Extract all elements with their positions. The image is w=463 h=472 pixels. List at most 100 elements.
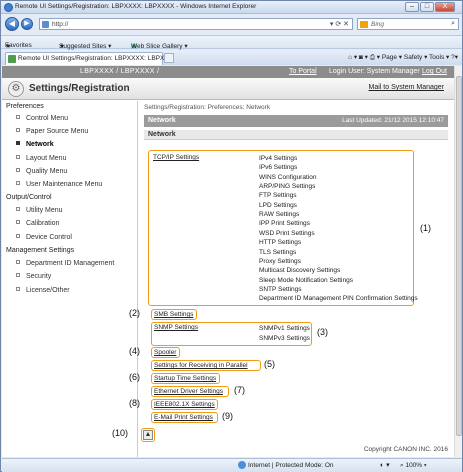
callout-3: (3) (317, 327, 328, 337)
sidebar-item-device-control[interactable]: Device Control (16, 234, 72, 241)
title-bar: Remote UI Settings/Registration: LBPXXXX… (1, 1, 462, 14)
vertical-scrollbar[interactable] (454, 66, 462, 457)
snmpv3-settings-link[interactable]: SNMPv3 Settings (259, 335, 310, 342)
tcpip-subitem-raw-settings[interactable]: RAW Settings (259, 211, 299, 218)
snmpv1-settings-link[interactable]: SNMPv1 Settings (259, 325, 310, 332)
favorites-bar: ★ Favorites ★ Suggested Sites ▾ ▣ Web Sl… (1, 35, 462, 50)
sidebar-item-network[interactable]: Network (16, 141, 54, 148)
internet-zone-icon (238, 461, 246, 469)
command-bar[interactable]: ⌂ ▾ ◙ ▾ ⎙ ▾ Page ▾ Safety ▾ Tools ▾ ?▾ (348, 53, 458, 62)
refresh-icon[interactable]: ▾ ⟳ ✕ (330, 20, 349, 28)
status-bar: Internet | Protected Mode: On ◐ ▾ ⌕ 100%… (2, 458, 462, 472)
tcpip-subitem-tls-settings[interactable]: TLS Settings (259, 249, 296, 256)
sidebar-item-calibration[interactable]: Calibration (16, 220, 59, 227)
window-title: Remote UI Settings/Registration: LBPXXXX… (15, 3, 257, 10)
ie-icon (4, 3, 13, 12)
tab-bar: Remote UI Settings/Registration: LBPXXXX… (1, 50, 462, 65)
callout-10: (10) (112, 428, 129, 438)
browser-window: Remote UI Settings/Registration: LBPXXXX… (0, 0, 463, 472)
tcpip-subitem-ipp-print-settings[interactable]: IPP Print Settings (259, 220, 310, 227)
email-print-settings-link[interactable]: E-Mail Print Settings (154, 414, 213, 421)
home-icon[interactable]: ⌂ ▾ (348, 54, 357, 61)
zoom-level[interactable]: ⌕ 100% ▾ (400, 462, 427, 470)
forward-button[interactable]: ▶ (21, 18, 33, 30)
print-icon[interactable]: ⎙ ▾ (370, 54, 380, 61)
callout-6: (6) (129, 372, 140, 382)
callout-4: (4) (129, 346, 140, 356)
login-user: Login User: System Manager (329, 68, 420, 75)
subheading-network: Network (144, 130, 448, 140)
page-header: ⚙ Settings/Registration Mail to System M… (2, 78, 454, 100)
to-portal-link[interactable]: To Portal (289, 68, 317, 75)
sidebar-item-user-maintenance-menu[interactable]: User Maintenance Menu (16, 181, 102, 188)
sidebar-heading-output-control: Output/Control (6, 194, 52, 201)
settings-gear-icon: ⚙ (8, 81, 24, 97)
spooler-link[interactable]: Spooler (154, 349, 176, 356)
tcpip-subitem-ipv4-settings[interactable]: IPv4 Settings (259, 155, 297, 162)
sidebar-item-layout-menu[interactable]: Layout Menu (16, 155, 66, 162)
feeds-icon[interactable]: ◙ ▾ (359, 54, 368, 61)
sidebar-item-department-id-management[interactable]: Department ID Management (16, 260, 114, 267)
security-zone: Internet | Protected Mode: On (248, 462, 334, 469)
protected-mode-icon[interactable]: ◐ ▾ (380, 461, 390, 469)
address-bar[interactable]: http:// ▾ ⟳ ✕ (39, 18, 353, 30)
sidebar-item-control-menu[interactable]: Control Menu (16, 115, 68, 122)
ethernet-driver-settings-link[interactable]: Ethernet Driver Settings (154, 388, 223, 395)
tab-title: Remote UI Settings/Registration: LBPXXXX… (18, 55, 175, 62)
callout-8: (8) (129, 398, 140, 408)
help-icon[interactable]: ?▾ (451, 54, 458, 61)
tcpip-subitem-proxy-settings[interactable]: Proxy Settings (259, 258, 301, 265)
search-input[interactable]: Bing ⌕ (357, 18, 459, 30)
tcpip-subitem-department-id-management-pin-confirmation-settings[interactable]: Department ID Management PIN Confirmatio… (259, 295, 418, 302)
smb-settings-link[interactable]: SMB Settings (154, 311, 193, 318)
close-button[interactable]: X (435, 2, 455, 12)
sidebar-item-quality-menu[interactable]: Quality Menu (16, 168, 67, 175)
tab-favicon-icon (8, 55, 16, 63)
sidebar-item-paper-source-menu[interactable]: Paper Source Menu (16, 128, 88, 135)
sidebar-heading-preferences: Preferences (6, 103, 44, 110)
minimize-button[interactable]: – (405, 2, 419, 12)
search-placeholder: Bing (371, 21, 385, 28)
page-title: Settings/Registration (29, 83, 130, 94)
tcpip-subitem-http-settings[interactable]: HTTP Settings (259, 239, 301, 246)
tcpip-subitem-multicast-discovery-settings[interactable]: Multicast Discovery Settings (259, 267, 340, 274)
sidebar-item-security[interactable]: Security (16, 273, 51, 280)
logout-link[interactable]: Log Out (422, 68, 447, 75)
tcpip-subitem-ftp-settings[interactable]: FTP Settings (259, 192, 296, 199)
startup-time-settings-link[interactable]: Startup Time Settings (154, 375, 216, 382)
tcpip-subitem-arp-ping-settings[interactable]: ARP/PING Settings (259, 183, 315, 190)
callout-2: (2) (129, 308, 140, 318)
page-icon (42, 21, 49, 28)
callout-1: (1) (420, 223, 431, 233)
snmp-settings-link[interactable]: SNMP Settings (154, 324, 198, 331)
tcpip-subitem-sntp-settings[interactable]: SNTP Settings (259, 286, 302, 293)
breadcrumb: Settings/Registration: Preferences: Netw… (144, 104, 271, 111)
back-to-top-button[interactable]: ▲ (143, 430, 153, 440)
tcpip-subitem-sleep-mode-notification-settings[interactable]: Sleep Mode Notification Settings (259, 277, 353, 284)
tcpip-subitem-wsd-print-settings[interactable]: WSD Print Settings (259, 230, 315, 237)
callout-7: (7) (234, 385, 245, 395)
sidebar-item-utility-menu[interactable]: Utility Menu (16, 207, 63, 214)
tcpip-settings-link[interactable]: TCP/IP Settings (153, 154, 199, 161)
command-menus[interactable]: Page ▾ Safety ▾ Tools ▾ (382, 54, 449, 61)
bing-icon (360, 21, 368, 28)
tcpip-subitem-lpd-settings[interactable]: LPD Settings (259, 202, 297, 209)
last-updated: Last Updated: 21/12 2015 12:10:47 (342, 117, 444, 124)
device-topbar: LBPXXXX / LBPXXXX / To Portal Login User… (2, 66, 454, 78)
ieee8021x-settings-link[interactable]: IEEE802.1X Settings (154, 401, 215, 408)
tcpip-subitem-ipv6-settings[interactable]: IPv6 Settings (259, 164, 297, 171)
navigation-bar: ◀ ▶ http:// ▾ ⟳ ✕ Bing ⌕ (1, 15, 462, 33)
back-button[interactable]: ◀ (5, 17, 19, 31)
page-content: LBPXXXX / LBPXXXX / To Portal Login User… (2, 66, 454, 457)
tcpip-subitem-wins-configuration[interactable]: WINS Configuration (259, 174, 316, 181)
sidebar-item-license-other[interactable]: License/Other (16, 287, 70, 294)
receiving-in-parallel-link[interactable]: Settings for Receiving in Parallel (154, 362, 248, 369)
sidebar: Preferences Control Menu Paper Source Me… (2, 101, 138, 457)
tab-remote-ui[interactable]: Remote UI Settings/Registration: LBPXXXX… (5, 52, 174, 65)
search-icon[interactable]: ⌕ (451, 20, 455, 28)
new-tab-button[interactable] (164, 53, 174, 63)
scrollbar-thumb[interactable] (456, 76, 462, 436)
address-url: http:// (52, 21, 69, 28)
mail-to-system-manager-link[interactable]: Mail to System Manager (369, 84, 444, 91)
maximize-button[interactable]: □ (420, 2, 434, 12)
